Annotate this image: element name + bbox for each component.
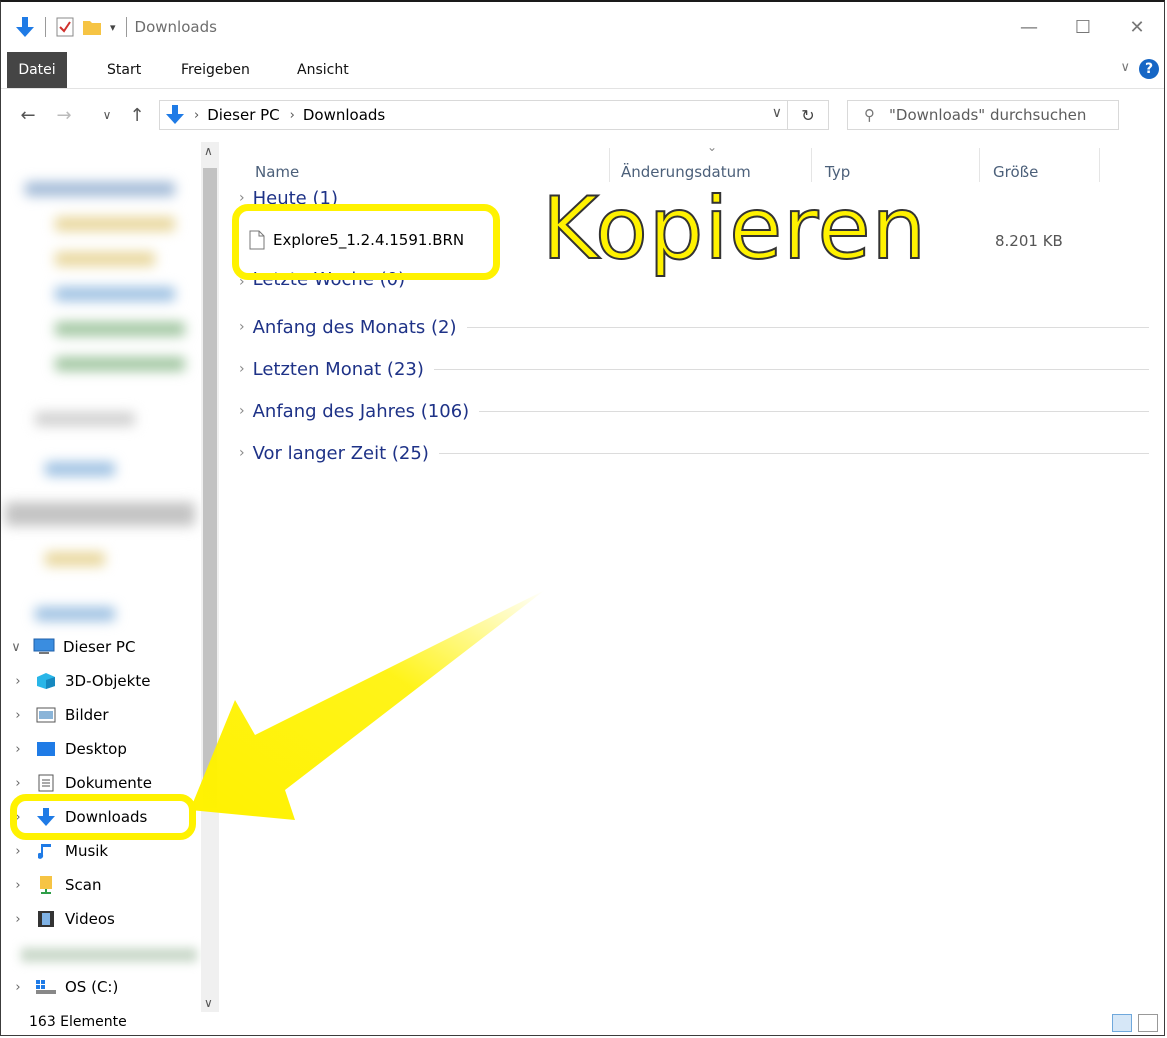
highlight-downloads	[10, 794, 196, 840]
annotation-arrow	[190, 590, 545, 820]
highlight-file	[232, 204, 500, 280]
annotation-kopieren: Kopieren	[541, 179, 928, 279]
